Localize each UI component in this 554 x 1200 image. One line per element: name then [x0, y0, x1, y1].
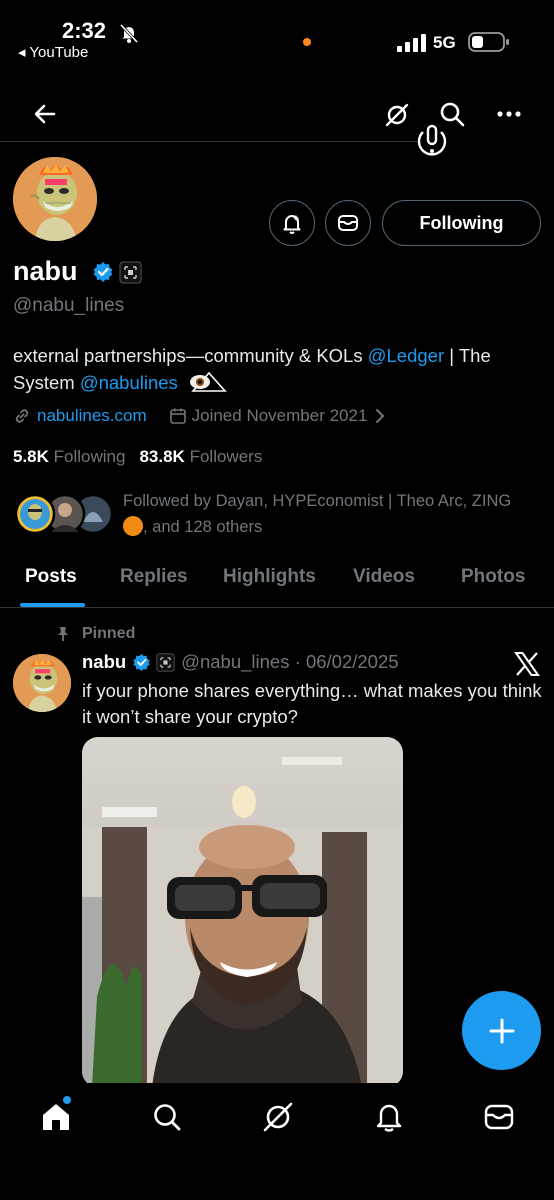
explore-icon[interactable] [152, 1102, 182, 1132]
followed-by-avatars[interactable] [13, 492, 113, 536]
following-stat[interactable]: 5.8K Following [13, 447, 125, 467]
message-button[interactable] [325, 200, 371, 246]
followed-by-names: Followed by Dayan, HYPEconomist | Theo A… [123, 492, 512, 510]
notifications-icon[interactable] [374, 1101, 404, 1133]
profile-name: nabu [13, 256, 78, 286]
profile-stats: 5.8K Following 83.8K Followers [13, 447, 262, 467]
post-header: nabu @nabu_lines · 06/02/2025 [82, 651, 399, 673]
followed-by-suffix: , and 128 others [143, 518, 263, 536]
post-author-avatar[interactable] [13, 654, 71, 712]
grok-nav-icon[interactable] [262, 1101, 294, 1133]
back-arrow-icon[interactable] [32, 101, 58, 127]
following-count: 5.8K [13, 447, 49, 466]
post-author-handle[interactable]: @nabu_lines [181, 651, 289, 673]
back-to-app-link[interactable]: ◂ YouTube [18, 43, 88, 61]
tab-videos[interactable]: Videos [353, 566, 415, 588]
more-icon[interactable] [497, 110, 521, 118]
profile-handle: @nabu_lines [13, 295, 125, 316]
privacy-indicator [303, 38, 311, 46]
profile-avatar[interactable] [13, 157, 97, 241]
post-date[interactable]: 06/02/2025 [306, 651, 399, 673]
signal-icon [397, 34, 427, 52]
affiliate-badge-icon [156, 652, 175, 672]
followed-by-text[interactable]: Followed by Dayan, HYPEconomist | Theo A… [123, 488, 543, 540]
compose-post-button[interactable] [462, 991, 541, 1070]
profile-tabs: Posts Replies Highlights Videos Photos [0, 556, 554, 606]
eye-triangle-emoji-icon [189, 371, 227, 393]
website-link[interactable]: nabulines.com [37, 406, 147, 426]
profile-meta-row: nabulines.com Joined November 2021 [13, 406, 385, 426]
refresh-indicator-icon [413, 124, 451, 160]
post-author-name[interactable]: nabu [82, 651, 126, 673]
mention-nabulines-link[interactable]: @nabulines [80, 372, 178, 393]
x-logo-icon [514, 651, 540, 677]
orange-circle-emoji-icon [123, 516, 143, 536]
tab-highlights[interactable]: Highlights [223, 566, 316, 588]
status-time: 2:32 [62, 18, 107, 43]
network-type: 5G [433, 33, 456, 52]
compose-plus-icon [488, 1017, 516, 1045]
battery-icon [468, 32, 510, 52]
post-date-separator: · [289, 651, 306, 672]
notification-bell-icon [280, 211, 304, 235]
tab-photos[interactable]: Photos [461, 566, 525, 588]
following-button[interactable]: Following [382, 200, 541, 246]
tabs-divider [0, 607, 554, 608]
followers-label: Followers [189, 447, 263, 466]
messages-icon[interactable] [484, 1104, 514, 1130]
mention-ledger-link[interactable]: @Ledger [368, 345, 444, 366]
post-media-video[interactable] [82, 737, 403, 1087]
chevron-right-icon[interactable] [375, 408, 385, 424]
verified-badge-icon [132, 653, 151, 672]
pinned-label: Pinned [82, 625, 136, 642]
tab-replies[interactable]: Replies [120, 566, 188, 588]
header-divider [0, 141, 420, 142]
message-icon [336, 211, 360, 235]
followers-count: 83.8K [139, 447, 185, 466]
calendar-icon [169, 407, 187, 425]
home-notification-dot [63, 1096, 71, 1104]
joined-date: Joined November 2021 [191, 406, 368, 425]
affiliate-badge-icon [119, 261, 142, 284]
link-icon [13, 407, 31, 425]
grok-icon[interactable] [384, 102, 410, 128]
followers-stat[interactable]: 83.8K Followers [139, 447, 262, 467]
post-text: if your phone shares everything… what ma… [82, 680, 542, 727]
profile-bio: external partnerships—community & KOLs @… [13, 342, 543, 396]
notification-bell-button[interactable] [269, 200, 315, 246]
bio-text: external partnerships—community & KOLs [13, 345, 368, 366]
verified-badge-icon [92, 261, 114, 283]
tab-posts[interactable]: Posts [25, 566, 77, 588]
silent-bell-icon [118, 22, 140, 44]
home-icon[interactable] [40, 1102, 72, 1132]
pin-icon [56, 626, 70, 642]
following-label: Following [53, 447, 126, 466]
